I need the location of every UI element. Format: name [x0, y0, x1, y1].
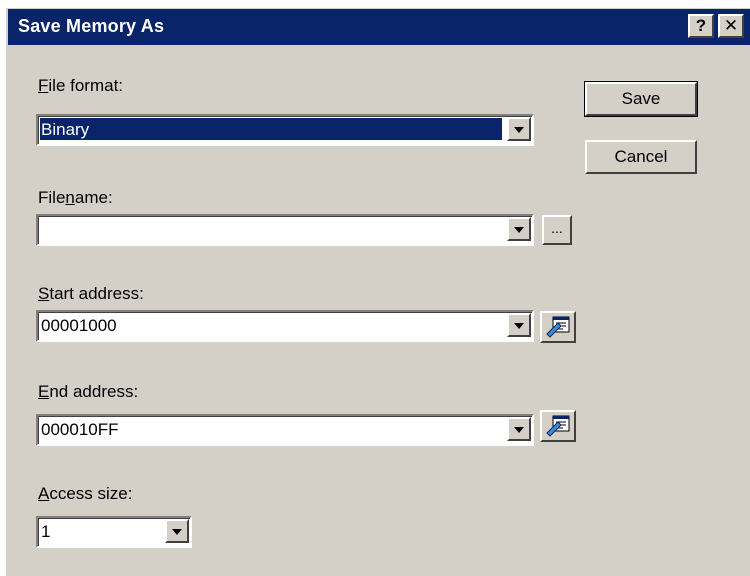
- end-address-input[interactable]: 000010FF: [41, 420, 119, 440]
- chevron-down-icon: [514, 323, 524, 329]
- file-format-value: Binary: [41, 120, 90, 139]
- end-address-dropdown-button[interactable]: [507, 417, 531, 441]
- file-format-label: File format:: [38, 76, 124, 95]
- filename-label: Filename:: [38, 188, 113, 207]
- end-address-label: End address:: [38, 382, 139, 401]
- window-title: Save Memory As: [18, 16, 165, 36]
- end-address-symbol-button[interactable]: [540, 410, 576, 442]
- close-button[interactable]: ✕: [718, 14, 744, 38]
- title-bar[interactable]: Save Memory As ? ✕: [8, 9, 750, 45]
- symbol-browser-icon: [546, 415, 570, 437]
- file-format-dropdown-button[interactable]: [507, 117, 531, 141]
- access-size-value: 1: [41, 522, 51, 541]
- access-size-label: Access size:: [38, 484, 133, 503]
- save-button[interactable]: Save: [584, 81, 698, 117]
- symbol-browser-icon: [546, 316, 570, 338]
- browse-label: ...: [551, 220, 563, 236]
- start-address-symbol-button[interactable]: [540, 311, 576, 343]
- start-address-combo[interactable]: 00001000: [36, 310, 534, 342]
- end-address-combo[interactable]: 000010FF: [36, 414, 534, 446]
- close-icon: ✕: [723, 16, 739, 35]
- browse-button[interactable]: ...: [542, 215, 572, 245]
- start-address-input[interactable]: 00001000: [41, 316, 117, 336]
- chevron-down-icon: [514, 427, 524, 433]
- filename-dropdown-button[interactable]: [507, 217, 531, 241]
- chevron-down-icon: [172, 529, 182, 535]
- help-icon: ?: [695, 16, 707, 35]
- chevron-down-icon: [514, 227, 524, 233]
- start-address-dropdown-button[interactable]: [507, 313, 531, 337]
- access-size-dropdown-button[interactable]: [165, 519, 189, 543]
- cancel-button[interactable]: Cancel: [585, 140, 697, 174]
- access-size-select[interactable]: 1: [36, 516, 192, 548]
- help-button[interactable]: ?: [688, 14, 714, 38]
- filename-combo[interactable]: [36, 214, 534, 246]
- selection-highlight: [40, 118, 502, 140]
- start-address-label: Start address:: [38, 284, 144, 303]
- file-format-select[interactable]: Binary: [36, 114, 534, 146]
- chevron-down-icon: [514, 127, 524, 133]
